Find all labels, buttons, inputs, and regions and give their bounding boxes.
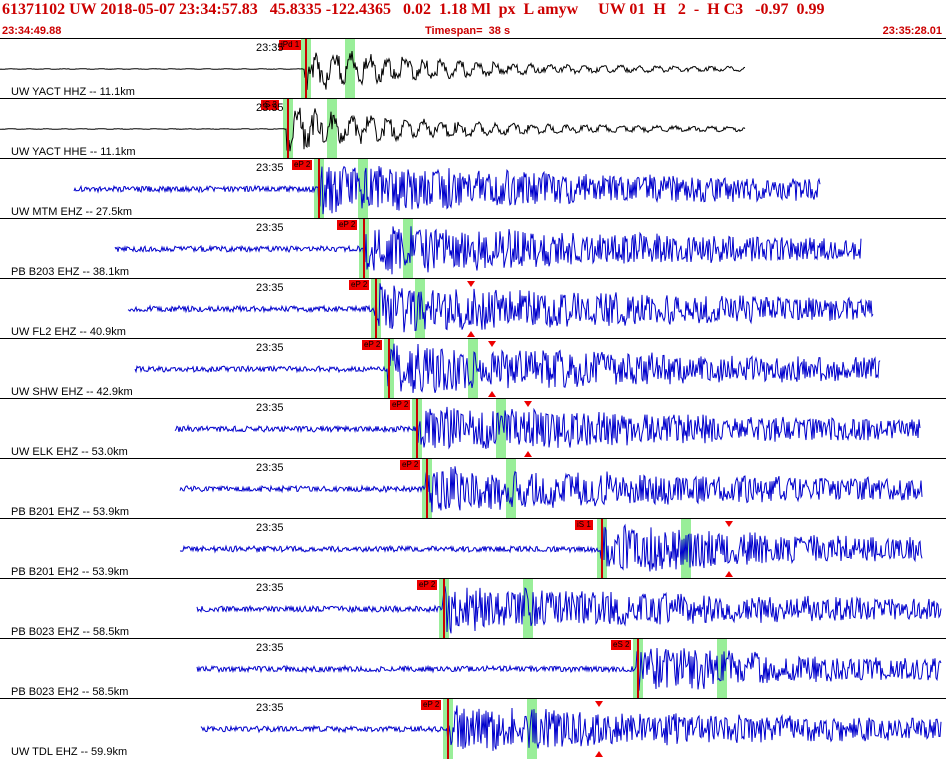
trace-panel-tdl-ehz[interactable]: eP 2 23:35 UW TDL EHZ -- 59.9km xyxy=(0,698,946,759)
station-label: UW YACT HHZ -- 11.1km xyxy=(11,86,135,98)
amp-trough-icon xyxy=(488,391,496,397)
pick-label[interactable]: eP 2 xyxy=(417,580,438,590)
pick-label[interactable]: iS 1 xyxy=(575,520,593,530)
station-label: UW SHW EHZ -- 42.9km xyxy=(11,386,133,398)
station-label: UW ELK EHZ -- 53.0km xyxy=(11,446,128,458)
minute-tick-label: 23:35 xyxy=(256,162,284,174)
pick-marker[interactable] xyxy=(287,99,289,159)
trace-panel-b201-ehz[interactable]: eP 2 23:35 PB B201 EHZ -- 53.9km xyxy=(0,458,946,519)
event-header: 61371102 UW 2018-05-07 23:34:57.83 45.83… xyxy=(0,0,946,38)
waveform xyxy=(0,51,746,90)
amp-trough-icon xyxy=(725,571,733,577)
pick-label[interactable]: eP 2 xyxy=(362,340,383,350)
station-label: UW YACT HHE -- 11.1km xyxy=(11,146,136,158)
station-label: UW MTM EHZ -- 27.5km xyxy=(11,206,132,218)
timespan-label: Timespan= 38 s xyxy=(425,25,511,37)
trace-panel-yact-hhe[interactable]: iS 2 23:35 UW YACT HHE -- 11.1km xyxy=(0,98,946,159)
station-label: PB B201 EHZ -- 53.9km xyxy=(11,506,129,518)
waveform xyxy=(0,107,746,153)
pick-marker[interactable] xyxy=(416,399,418,459)
trace-panel-shw-ehz[interactable]: eP 2 23:35 UW SHW EHZ -- 42.9km xyxy=(0,338,946,399)
amp-peak-icon xyxy=(488,341,496,347)
amp-trough-icon xyxy=(524,451,532,457)
trace-panel-b201-eh2[interactable]: iS 1 23:35 PB B201 EH2 -- 53.9km xyxy=(0,518,946,579)
window-start-time: 23:34:49.88 xyxy=(2,25,62,37)
trace-panel-mtm-ehz[interactable]: eP 2 23:35 UW MTM EHZ -- 27.5km xyxy=(0,158,946,219)
trace-panel-fl2-ehz[interactable]: eP 2 23:35 UW FL2 EHZ -- 40.9km xyxy=(0,278,946,339)
trace-panel-b023-ehz[interactable]: eP 2 23:35 PB B023 EHZ -- 58.5km xyxy=(0,578,946,639)
minute-tick-label: 23:35 xyxy=(256,642,284,654)
waveform xyxy=(73,165,821,215)
waveform xyxy=(196,586,942,634)
waveform xyxy=(114,226,862,275)
pick-label[interactable]: eP 2 xyxy=(349,280,370,290)
waveform xyxy=(196,647,942,691)
pick-marker[interactable] xyxy=(388,339,390,399)
waveform xyxy=(134,343,881,393)
pick-label[interactable]: eP 2 xyxy=(400,460,421,470)
minute-tick-label: 23:35 xyxy=(256,462,284,474)
trace-panel-yact-hhz[interactable]: iPd 1 23:35 UW YACT HHZ -- 11.1km xyxy=(0,38,946,99)
pick-marker[interactable] xyxy=(363,219,365,279)
trace-panel-elk-ehz[interactable]: eP 2 23:35 UW ELK EHZ -- 53.0km xyxy=(0,398,946,459)
minute-tick-label: 23:35 xyxy=(256,282,284,294)
minute-tick-label: 23:35 xyxy=(256,102,284,114)
window-end-time: 23:35:28.01 xyxy=(882,25,942,37)
minute-tick-label: 23:35 xyxy=(256,582,284,594)
pick-label[interactable]: eP 2 xyxy=(292,160,313,170)
pick-label[interactable]: eP 2 xyxy=(337,220,358,230)
minute-tick-label: 23:35 xyxy=(256,222,284,234)
minute-tick-label: 23:35 xyxy=(256,702,284,714)
pick-marker[interactable] xyxy=(443,579,445,639)
pick-marker[interactable] xyxy=(637,639,639,699)
seismogram-panels: iPd 1 23:35 UW YACT HHZ -- 11.1km iS 2 23:35… xyxy=(0,38,946,760)
pick-marker[interactable] xyxy=(375,279,377,339)
pick-label[interactable]: eP 2 xyxy=(421,700,442,710)
pick-label[interactable]: eS 2 xyxy=(611,640,632,650)
amp-peak-icon xyxy=(725,521,733,527)
pick-label[interactable]: eP 2 xyxy=(390,400,411,410)
pick-marker[interactable] xyxy=(447,699,449,759)
minute-tick-label: 23:35 xyxy=(256,342,284,354)
waveform xyxy=(179,466,923,513)
trace-panel-b203-ehz[interactable]: eP 2 23:35 PB B203 EHZ -- 38.1km xyxy=(0,218,946,279)
pick-marker[interactable] xyxy=(426,459,428,519)
amp-trough-icon xyxy=(595,751,603,757)
station-label: PB B201 EH2 -- 53.9km xyxy=(11,566,129,578)
amp-peak-icon xyxy=(467,281,475,287)
event-summary: 61371102 UW 2018-05-07 23:34:57.83 45.83… xyxy=(2,1,825,18)
pick-marker[interactable] xyxy=(601,519,603,579)
trace-panel-b023-eh2[interactable]: eS 2 23:35 PB B023 EH2 -- 58.5km xyxy=(0,638,946,699)
waveform xyxy=(127,283,874,333)
amp-peak-icon xyxy=(524,401,532,407)
station-label: UW TDL EHZ -- 59.9km xyxy=(11,746,128,758)
amp-peak-icon xyxy=(595,701,603,707)
waveform xyxy=(200,705,942,751)
pick-marker[interactable] xyxy=(305,39,307,99)
station-label: PB B023 EH2 -- 58.5km xyxy=(11,686,129,698)
waveform xyxy=(179,522,923,572)
minute-tick-label: 23:35 xyxy=(256,402,284,414)
amp-trough-icon xyxy=(467,331,475,337)
waveform xyxy=(174,406,921,450)
station-label: PB B023 EHZ -- 58.5km xyxy=(11,626,129,638)
minute-tick-label: 23:35 xyxy=(256,42,284,54)
station-label: UW FL2 EHZ -- 40.9km xyxy=(11,326,126,338)
pick-marker[interactable] xyxy=(318,159,320,219)
minute-tick-label: 23:35 xyxy=(256,522,284,534)
station-label: PB B203 EHZ -- 38.1km xyxy=(11,266,129,278)
